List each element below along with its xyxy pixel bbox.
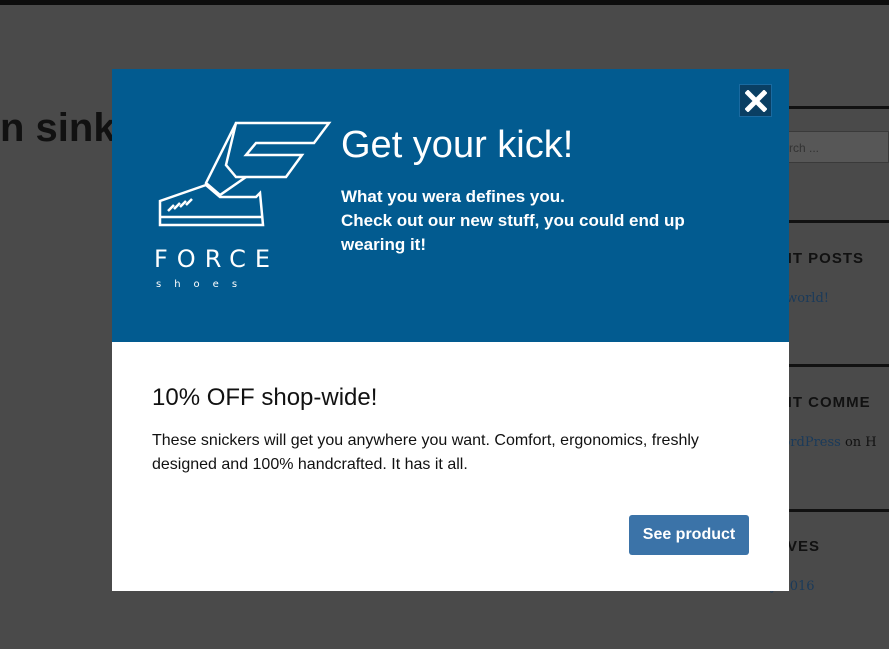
offer-body-line: designed and 100% handcrafted. It has it… — [152, 456, 468, 473]
subtext-line: What you wera defines you. — [341, 187, 565, 206]
logo-tagline-text: shoes — [156, 279, 250, 290]
modal-header: FORCE shoes Get your kick! What you wera… — [112, 69, 789, 342]
offer-body-line: These snickers will get you anywhere you… — [152, 432, 699, 449]
offer-body: These snickers will get you anywhere you… — [152, 429, 752, 477]
modal-headline: Get your kick! — [341, 124, 574, 166]
see-product-button[interactable]: See product — [629, 515, 749, 555]
subtext-line: Check out our new stuff, you could end u… — [341, 211, 685, 230]
logo-brand-text: FORCE — [154, 245, 279, 273]
close-button[interactable] — [739, 84, 772, 117]
subtext-line: wearing it! — [341, 235, 427, 254]
close-x-icon — [744, 89, 767, 112]
force-shoes-logo: FORCE shoes — [154, 121, 332, 290]
modal-subtext: What you wera defines you. Check out our… — [341, 185, 721, 257]
promo-modal: FORCE shoes Get your kick! What you wera… — [112, 69, 789, 591]
offer-title: 10% OFF shop-wide! — [152, 384, 378, 411]
